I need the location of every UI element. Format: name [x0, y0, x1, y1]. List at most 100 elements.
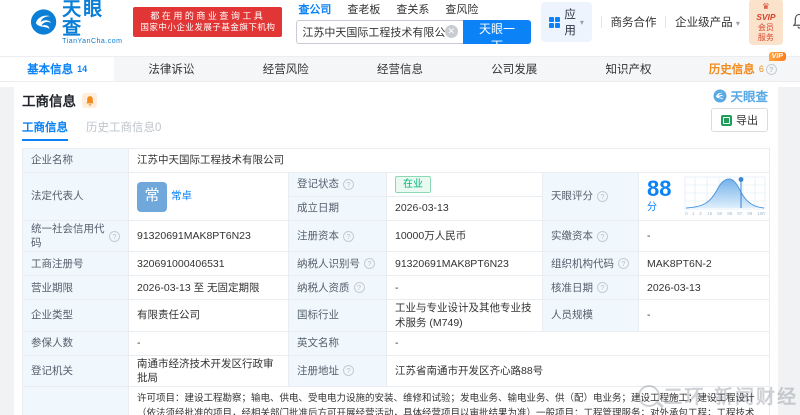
field-label: 纳税人资质? [289, 276, 387, 301]
section-title: 工商信息 [22, 94, 76, 109]
legal-representative-link[interactable]: 常卓 [171, 189, 192, 203]
notification-bell-icon[interactable] [792, 13, 800, 32]
apps-menu-button[interactable]: 应用 ▾ [541, 2, 592, 42]
export-label: 导出 [736, 115, 758, 127]
tab-3[interactable]: 经营风险 [229, 57, 343, 81]
help-icon[interactable]: ? [343, 179, 354, 190]
field-label: 组织机构代码? [543, 252, 639, 277]
logo-text: 天眼查 [62, 0, 105, 39]
tab-count: 6 [758, 64, 764, 74]
registration-status-cell: 在业 [387, 173, 543, 197]
field-label: 实缴资本? [543, 221, 639, 253]
tab-label: 知识产权 [605, 64, 652, 76]
field-label: 注册地址? [289, 355, 387, 388]
tab-7[interactable]: 历史信息 6? VIP [686, 52, 800, 81]
table-row: 企业类型 有限责任公司 国标行业 工业与专业设计及其他专业技术服务 (M749) 人员规… [23, 300, 770, 332]
table-row: 统一社会信用代码? 91320691MAK8PT6N23 注册资本? 10000万人民… [23, 221, 770, 253]
clear-search-icon[interactable]: ✕ [444, 25, 458, 38]
field-value: 2026-03-13 至 无固定期限 [129, 276, 289, 301]
help-icon[interactable]: ? [597, 282, 608, 294]
table-row: 营业期限 2026-03-13 至 无固定期限 纳税人资质? - 核准日期? 2026-0… [23, 276, 770, 301]
tab-1[interactable]: 基本信息 14 [0, 57, 115, 81]
search-input[interactable] [302, 25, 445, 38]
field-value: - [129, 331, 289, 356]
search-block: 查公司查老板查关系查风险 ✕ 天眼一下 [296, 1, 532, 53]
help-icon[interactable]: ? [353, 282, 365, 294]
tab-2[interactable]: 法律诉讼 [114, 57, 228, 81]
axis-tick: 85 [726, 211, 732, 217]
tab-label: 经营风险 [262, 64, 309, 76]
subtab-2[interactable]: 历史工商信息0 [86, 119, 161, 141]
promo-banner: 都在用的商业查询工具 国家中小企业发展子基金旗下机构 [133, 7, 283, 37]
divider [665, 16, 667, 28]
help-icon[interactable]: ? [618, 258, 629, 270]
tab-4[interactable]: 经营信息 [343, 57, 457, 81]
business-coop-link[interactable]: 商务合作 [610, 14, 656, 30]
search-box: ✕ [296, 19, 463, 44]
help-icon[interactable]: ? [109, 230, 120, 242]
tab-label: 基本信息 [27, 64, 74, 76]
field-label: 法定代表人 [23, 173, 129, 221]
help-icon[interactable]: ? [597, 191, 608, 202]
field-value: 2026-03-13 [639, 276, 770, 301]
score-unit: 分 [647, 202, 657, 214]
logo-swirl-icon [30, 9, 57, 35]
table-row: 经营范围许可项目：建设工程勘察；输电、供电、受电电力设施的安装、维修和试验；发电… [23, 387, 770, 415]
tab-label: 经营信息 [376, 64, 423, 76]
tab-count: 14 [77, 64, 88, 74]
watermark-swirl-icon [713, 89, 727, 102]
enterprise-label: 企业级产品 [675, 17, 733, 29]
top-right-nav: 应用 ▾ 商务合作 企业级产品 ▾ ♛ SVIP 会员服务 此处有... ▾ [541, 0, 800, 45]
help-icon[interactable]: ? [597, 230, 608, 242]
field-label: 工商注册号 [23, 252, 129, 277]
axis-tick: 99 [746, 211, 752, 217]
field-label: 英文名称 [289, 331, 387, 356]
field-label: 核准日期? [543, 276, 639, 301]
company-nav-tabs: 基本信息 14 法律诉讼 经营风险 经营信息 公司发展 知识产权 历史信息 6? VIP [0, 52, 800, 82]
field-value: - [639, 300, 770, 332]
field-label: 人员规模 [543, 300, 639, 332]
search-button[interactable]: 天眼一下 [462, 19, 532, 53]
banner-line2: 国家中小企业发展子基金旗下机构 [140, 22, 276, 33]
field-value: MAK8PT6N-2 [639, 252, 770, 277]
tab-6[interactable]: 知识产权 [571, 57, 685, 81]
right-gutter [778, 87, 800, 415]
enterprise-products-link[interactable]: 企业级产品 ▾ [675, 14, 740, 30]
business-info-subtabs: 工商信息 历史工商信息0 [22, 119, 770, 141]
avatar[interactable]: 常 [137, 181, 167, 212]
field-label: 统一社会信用代码? [23, 221, 129, 253]
subtab-1[interactable]: 工商信息 [22, 119, 68, 141]
export-button[interactable]: 导出 [711, 108, 768, 132]
table-row: 登记机关 南通市经济技术开发区行政审批局 注册地址? 江苏省南通市开发区齐心路88号 [23, 355, 770, 388]
field-label: 国标行业 [289, 300, 387, 332]
search-tab-2[interactable]: 查老板 [347, 1, 380, 17]
svip-crown-icon: ♛ SVIP [756, 1, 776, 22]
help-icon: ? [765, 63, 777, 75]
field-label: 成立日期 [289, 197, 387, 221]
help-icon[interactable]: ? [343, 230, 354, 242]
tab-5[interactable]: 公司发展 [457, 57, 571, 81]
axis-tick: 3 [699, 211, 703, 217]
help-icon[interactable]: ? [364, 258, 375, 270]
search-tab-3[interactable]: 查关系 [396, 1, 429, 17]
axis-tick: 50 [716, 211, 722, 217]
search-tab-4[interactable]: 查风险 [445, 1, 478, 17]
score-axis-ticks: 0 1 3 15 50 85 97 99 100 [683, 211, 767, 218]
excel-icon [721, 114, 732, 126]
search-tab-1[interactable]: 查公司 [298, 1, 331, 17]
tianyan-score-cell[interactable]: 88分 0 1 3 15 50 85 97 99 100 [639, 173, 770, 221]
score-value: 88 [647, 176, 672, 202]
tianyancha-logo[interactable]: 天眼查 TianYanCha.com [30, 0, 123, 45]
legal-representative-row: 法定代表人 常 常卓 登记状态? 在业 天眼评分? 88分 0 1 3 15 5… [23, 173, 770, 221]
chevron-down-icon: ▾ [579, 17, 584, 27]
field-label: 纳税人识别号? [289, 252, 387, 277]
chevron-down-icon: ▾ [735, 19, 740, 28]
help-icon[interactable]: ? [343, 365, 354, 377]
table-row: 工商注册号 320691000406531 纳税人识别号? 91320691MAK8P… [23, 252, 770, 277]
top-header: 天眼查 TianYanCha.com 都在用的商业查询工具 国家中小企业发展子基… [0, 0, 800, 53]
left-gutter [0, 87, 14, 415]
field-label: 登记机关 [23, 355, 129, 388]
svip-member-button[interactable]: ♛ SVIP 会员服务 [748, 0, 783, 45]
app-grid-icon [549, 16, 561, 28]
subscribe-bell-icon[interactable] [82, 92, 97, 108]
